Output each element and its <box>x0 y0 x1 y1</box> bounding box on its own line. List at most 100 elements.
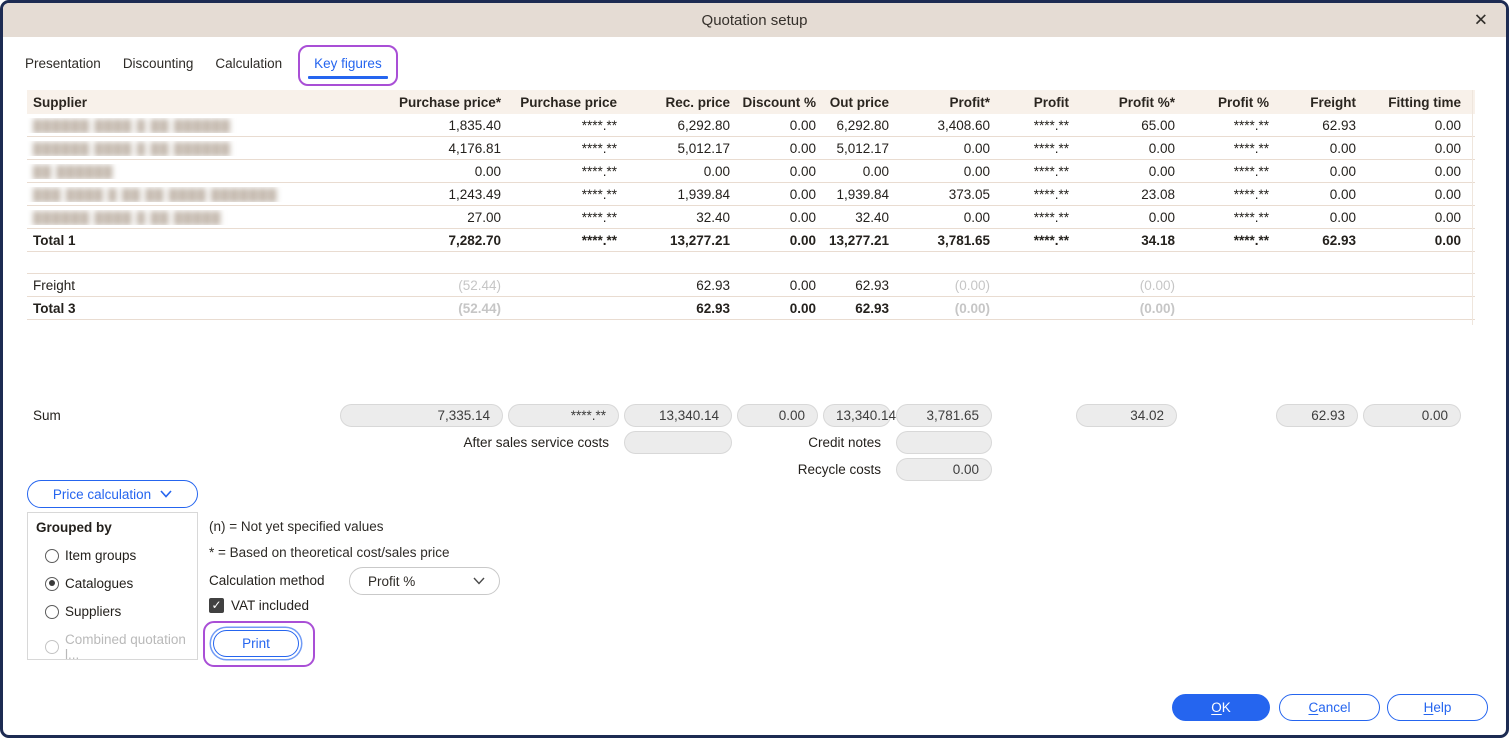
value-cell: ****.** <box>1233 140 1269 156</box>
titlebar: Quotation setup ✕ <box>3 3 1506 37</box>
value-cell: 1,939.84 <box>836 186 889 202</box>
help-button[interactable]: Help <box>1387 694 1488 721</box>
value-cell: ****.** <box>581 232 617 248</box>
radio-icon[interactable] <box>45 548 59 563</box>
value-cell: 1,835.40 <box>448 117 501 133</box>
value-cell: 13,277.21 <box>828 232 889 248</box>
close-icon[interactable]: ✕ <box>1474 12 1488 29</box>
value-cell: (0.00) <box>1139 277 1175 293</box>
sum-label: Sum <box>33 407 61 423</box>
value-cell: ****.** <box>581 163 617 179</box>
column-header: Supplier <box>33 94 88 110</box>
supplier-row: ██████ ████ █ ██ ██████ 4,176.81 ****.** 5,… <box>27 137 1475 160</box>
value-cell: 1,243.49 <box>448 186 501 202</box>
legend-notes: (n) = Not yet specified values * = Based… <box>209 519 450 571</box>
tab-presentation[interactable]: Presentation <box>25 56 101 71</box>
value-cell: 0.00 <box>1148 163 1175 179</box>
value-cell: 0.00 <box>1148 209 1175 225</box>
value-cell: 0.00 <box>789 140 816 156</box>
value-cell: 62.93 <box>696 300 730 316</box>
dialog-title: Quotation setup <box>701 11 808 29</box>
recycle-costs-label: Recycle costs <box>797 461 881 477</box>
radio-option-item-groups[interactable]: Item groups <box>45 548 189 563</box>
chevron-down-icon <box>473 577 485 585</box>
vat-included-checkbox[interactable]: ✓ <box>209 598 224 613</box>
cancel-button[interactable]: Cancel <box>1279 694 1380 721</box>
radio-icon[interactable] <box>45 576 59 591</box>
row-label-cell: Total 1 <box>33 232 76 248</box>
sum-field: 13,340.14 <box>823 403 896 427</box>
value-cell: (0.00) <box>954 277 990 293</box>
sum-field: 62.93 <box>1276 403 1358 427</box>
total3-row: Total 3 (52.44) 62.93 0.00 62.93 (0.00) (0.00) <box>27 297 1475 320</box>
sum-row: Sum 7,335.14 ****.** 13,340.14 0.00 13,340.14… <box>27 403 1475 427</box>
value-cell: 4,176.81 <box>448 140 501 156</box>
value-cell: (52.44) <box>458 277 501 293</box>
calculation-method-dropdown[interactable]: Profit % <box>349 567 500 595</box>
price-calculation-dropdown-button[interactable]: Price calculation <box>27 480 198 508</box>
ok-button[interactable]: OK <box>1172 694 1270 721</box>
value-cell: 62.93 <box>855 300 889 316</box>
supplier-name-redacted: ██ ██████ <box>33 164 114 179</box>
value-cell: 7,282.70 <box>448 232 501 248</box>
row-label-cell: ███ ████ █ ██ ██ ████ ███████ <box>27 187 335 202</box>
value-cell: ****.** <box>1233 186 1269 202</box>
credit-notes-label: Credit notes <box>808 434 881 450</box>
value-cell: 3,408.60 <box>937 117 990 133</box>
value-cell: 373.05 <box>948 186 990 202</box>
value-cell: ****.** <box>581 117 617 133</box>
supplier-row: ██████ ████ █ ██ █████ 27.00 ****.** 32.40 0… <box>27 206 1475 229</box>
radio-icon[interactable] <box>45 604 59 619</box>
sum-field: ****.** <box>508 403 619 427</box>
column-header: Freight <box>1310 94 1356 110</box>
value-cell: 0.00 <box>1148 140 1175 156</box>
supplier-name-redacted: ███ ████ █ ██ ██ ████ ███████ <box>33 187 278 202</box>
radio-option-suppliers[interactable]: Suppliers <box>45 604 189 619</box>
column-header: Rec. price <box>665 94 730 110</box>
value-cell: ****.** <box>1033 209 1069 225</box>
spacer-row <box>27 252 1475 274</box>
radio-label: Catalogues <box>65 576 134 591</box>
value-cell: 0.00 <box>963 163 990 179</box>
value-cell: ****.** <box>581 140 617 156</box>
value-cell: 0.00 <box>789 277 816 293</box>
value-cell: 0.00 <box>789 117 816 133</box>
value-cell: 0.00 <box>789 163 816 179</box>
recycle-costs-row: Recycle costs 0.00 <box>27 457 1475 481</box>
radio-label: Item groups <box>65 548 137 563</box>
radio-label: Suppliers <box>65 604 122 619</box>
value-cell: ****.** <box>1233 163 1269 179</box>
value-cell: 0.00 <box>1434 163 1461 179</box>
value-cell: 3,781.65 <box>937 232 990 248</box>
radio-option-catalogues[interactable]: Catalogues <box>45 576 189 591</box>
value-cell: ****.** <box>581 186 617 202</box>
vat-included-label: VAT included <box>231 598 310 613</box>
annotation-key-figures-highlight: Key figures <box>298 44 398 86</box>
value-cell: 34.18 <box>1141 232 1175 248</box>
print-button[interactable]: Print <box>213 630 299 657</box>
value-cell: 0.00 <box>1329 163 1356 179</box>
note-theoretical: * = Based on theoretical cost/sales pric… <box>209 545 450 560</box>
value-cell: 32.40 <box>855 209 889 225</box>
value-cell: 0.00 <box>789 232 816 248</box>
radio-icon <box>45 640 59 654</box>
value-cell: 0.00 <box>789 300 816 316</box>
value-cell: 6,292.80 <box>677 117 730 133</box>
tab-key-figures[interactable]: Key figures <box>314 56 382 71</box>
value-cell: 5,012.17 <box>836 140 889 156</box>
tab-discounting[interactable]: Discounting <box>123 56 194 71</box>
column-header: Purchase price* <box>398 94 501 110</box>
value-cell: 0.00 <box>963 209 990 225</box>
value-cell: 0.00 <box>703 163 730 179</box>
value-cell: 0.00 <box>1434 209 1461 225</box>
freight-row: Freight (52.44) 62.93 0.00 62.93 (0.00) (0.00) <box>27 274 1475 297</box>
grouped-by-title: Grouped by <box>36 520 112 535</box>
value-cell: 0.00 <box>1434 140 1461 156</box>
row-label-cell: ██████ ████ █ ██ ██████ <box>27 118 335 133</box>
value-cell: (52.44) <box>458 300 501 316</box>
supplier-name-redacted: ██████ ████ █ ██ ██████ <box>33 118 231 133</box>
column-header: Profit %* <box>1118 94 1175 110</box>
radio-option-combined-quotation-l: Combined quotation l... <box>45 632 189 662</box>
tab-calculation[interactable]: Calculation <box>215 56 282 71</box>
value-cell: 1,939.84 <box>677 186 730 202</box>
